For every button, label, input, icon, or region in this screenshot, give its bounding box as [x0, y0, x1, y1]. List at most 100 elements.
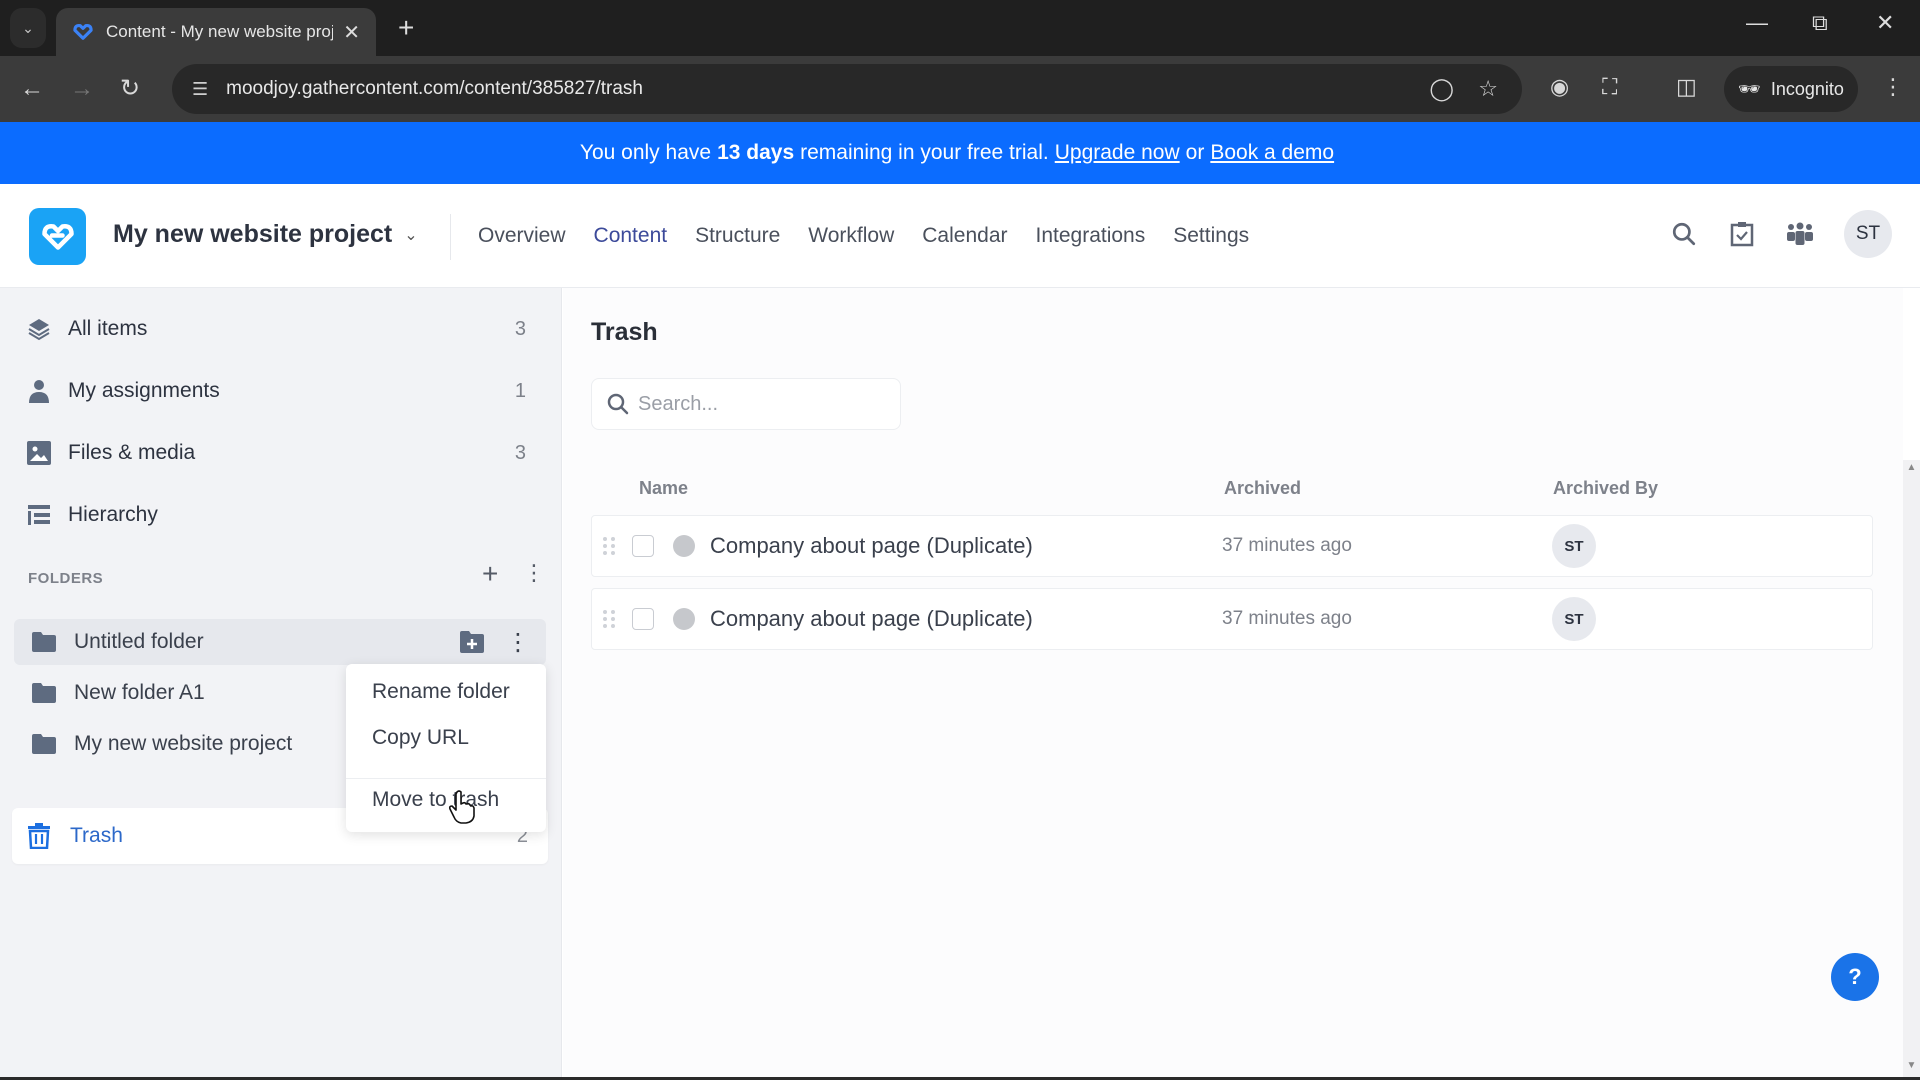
side-panel-icon[interactable]: ◫: [1676, 74, 1697, 100]
scroll-down-arrow-icon[interactable]: ▼: [1903, 1060, 1920, 1071]
incognito-label: Incognito: [1770, 78, 1844, 99]
row-checkbox[interactable]: [632, 608, 654, 630]
sidebar-item-hierarchy[interactable]: Hierarchy: [14, 490, 546, 540]
sidebar-item-label: Hierarchy: [68, 503, 158, 526]
app-header: My new website project ⌄ Overview Conten…: [0, 184, 1920, 288]
nav-integrations[interactable]: Integrations: [1036, 224, 1146, 248]
menu-item-rename-folder[interactable]: Rename folder: [372, 680, 510, 704]
banner-suffix: remaining in your free trial.: [800, 141, 1049, 164]
main-content: Trash Name Archived Archived By Company …: [563, 288, 1903, 1077]
menu-item-copy-url[interactable]: Copy URL: [372, 726, 469, 750]
gathercontent-logo[interactable]: [29, 208, 86, 265]
new-tab-button[interactable]: +: [398, 12, 414, 44]
table-row[interactable]: Company about page (Duplicate) 37 minute…: [591, 515, 1873, 577]
table-row[interactable]: Company about page (Duplicate) 37 minute…: [591, 588, 1873, 650]
sidebar-item-count: 3: [514, 317, 526, 340]
drag-handle-icon[interactable]: [602, 609, 616, 629]
incognito-badge[interactable]: 🕶 Incognito: [1724, 66, 1858, 112]
browser-menu-icon[interactable]: ⋮: [1882, 74, 1904, 100]
folder-label: My new website project: [74, 732, 293, 755]
folders-more-icon[interactable]: ⋮: [523, 560, 545, 586]
layers-icon: [26, 316, 52, 342]
trash-label: Trash: [70, 824, 123, 847]
extension-icon[interactable]: ◉: [1550, 74, 1569, 100]
menu-item-move-to-trash[interactable]: Move to trash: [372, 788, 499, 812]
address-bar[interactable]: ☰ moodjoy.gathercontent.com/content/3858…: [172, 64, 1522, 114]
folder-icon: [32, 734, 56, 754]
drag-handle-icon[interactable]: [602, 536, 616, 556]
minimize-icon[interactable]: —: [1746, 10, 1768, 36]
forward-icon[interactable]: →: [70, 74, 94, 104]
column-header-archived[interactable]: Archived: [1224, 478, 1301, 499]
help-button[interactable]: ?: [1831, 953, 1879, 1001]
team-icon[interactable]: [1786, 220, 1814, 248]
tasks-clipboard-icon[interactable]: [1728, 220, 1756, 248]
sidebar-item-all-items[interactable]: All items 3: [14, 304, 546, 354]
upgrade-now-link[interactable]: Upgrade now: [1055, 141, 1180, 165]
sidebar-item-count: 3: [514, 441, 526, 464]
archived-by-avatar: ST: [1552, 597, 1596, 641]
user-avatar[interactable]: ST: [1844, 210, 1892, 258]
trash-icon: [28, 823, 50, 849]
item-name[interactable]: Company about page (Duplicate): [710, 606, 1033, 632]
nav-content[interactable]: Content: [594, 224, 668, 248]
nav-overview[interactable]: Overview: [478, 224, 566, 248]
folder-label: New folder A1: [74, 681, 205, 704]
book-demo-link[interactable]: Book a demo: [1210, 141, 1334, 165]
page-title: Trash: [591, 318, 658, 346]
banner-days: 13 days: [717, 141, 795, 164]
trial-banner: You only have 13 days remaining in your …: [0, 122, 1920, 184]
scroll-up-arrow-icon[interactable]: ▲: [1903, 462, 1920, 473]
item-name[interactable]: Company about page (Duplicate): [710, 533, 1033, 559]
sidebar-item-files-media[interactable]: Files & media 3: [14, 428, 546, 478]
browser-toolbar: ← → ↻ ☰ moodjoy.gathercontent.com/conten…: [0, 56, 1920, 122]
puzzle-icon[interactable]: ⛶: [1602, 74, 1617, 100]
window-close-icon[interactable]: ✕: [1876, 10, 1894, 36]
add-subfolder-icon[interactable]: [460, 631, 484, 653]
folders-heading: FOLDERS: [28, 570, 104, 587]
search-input[interactable]: [638, 392, 878, 416]
banner-or: or: [1185, 141, 1205, 164]
sidebar-item-count: 1: [514, 379, 526, 402]
folder-item-untitled[interactable]: Untitled folder ⋮: [14, 619, 546, 665]
back-icon[interactable]: ←: [20, 74, 44, 104]
menu-divider: [346, 778, 546, 779]
nav-settings[interactable]: Settings: [1173, 224, 1249, 248]
search-box[interactable]: [591, 378, 901, 430]
eye-off-icon[interactable]: ◯: [1429, 76, 1454, 102]
url-text[interactable]: moodjoy.gathercontent.com/content/385827…: [226, 78, 643, 100]
vertical-scrollbar[interactable]: [1903, 460, 1920, 1077]
archived-by-avatar: ST: [1552, 524, 1596, 568]
sidebar-item-label: All items: [68, 317, 148, 340]
site-info-icon[interactable]: ☰: [192, 79, 208, 100]
tab-close-icon[interactable]: ✕: [343, 20, 360, 45]
column-header-name[interactable]: Name: [639, 478, 688, 499]
sidebar-item-my-assignments[interactable]: My assignments 1: [14, 366, 546, 416]
gathercontent-favicon: [73, 24, 93, 40]
row-checkbox[interactable]: [632, 535, 654, 557]
archived-time: 37 minutes ago: [1222, 608, 1352, 629]
logo-heart-icon: [41, 223, 74, 250]
folder-icon: [32, 632, 56, 652]
tab-title: Content - My new website proj: [106, 22, 334, 41]
nav-calendar[interactable]: Calendar: [922, 224, 1007, 248]
project-name: My new website project: [113, 220, 393, 248]
nav-structure[interactable]: Structure: [695, 224, 780, 248]
image-icon: [26, 440, 52, 466]
nav-workflow[interactable]: Workflow: [808, 224, 894, 248]
folder-more-icon[interactable]: ⋮: [506, 628, 530, 657]
restore-icon[interactable]: ⧉: [1812, 10, 1828, 36]
main-nav: Overview Content Structure Workflow Cale…: [478, 224, 1249, 248]
browser-tab[interactable]: Content - My new website proj ✕: [56, 8, 376, 56]
status-dot: [673, 535, 695, 557]
sidebar-item-label: Files & media: [68, 441, 196, 464]
column-header-archived-by[interactable]: Archived By: [1553, 478, 1658, 499]
search-icon[interactable]: [1670, 220, 1698, 248]
reload-icon[interactable]: ↻: [120, 74, 140, 104]
add-folder-button[interactable]: +: [482, 558, 498, 590]
browser-tabstrip: ⌄ Content - My new website proj ✕ + — ⧉ …: [0, 0, 1920, 56]
incognito-icon: 🕶: [1738, 78, 1761, 99]
tab-search-button[interactable]: ⌄: [10, 8, 46, 48]
project-switcher[interactable]: My new website project ⌄: [113, 220, 418, 249]
bookmark-star-icon[interactable]: ☆: [1478, 76, 1498, 102]
